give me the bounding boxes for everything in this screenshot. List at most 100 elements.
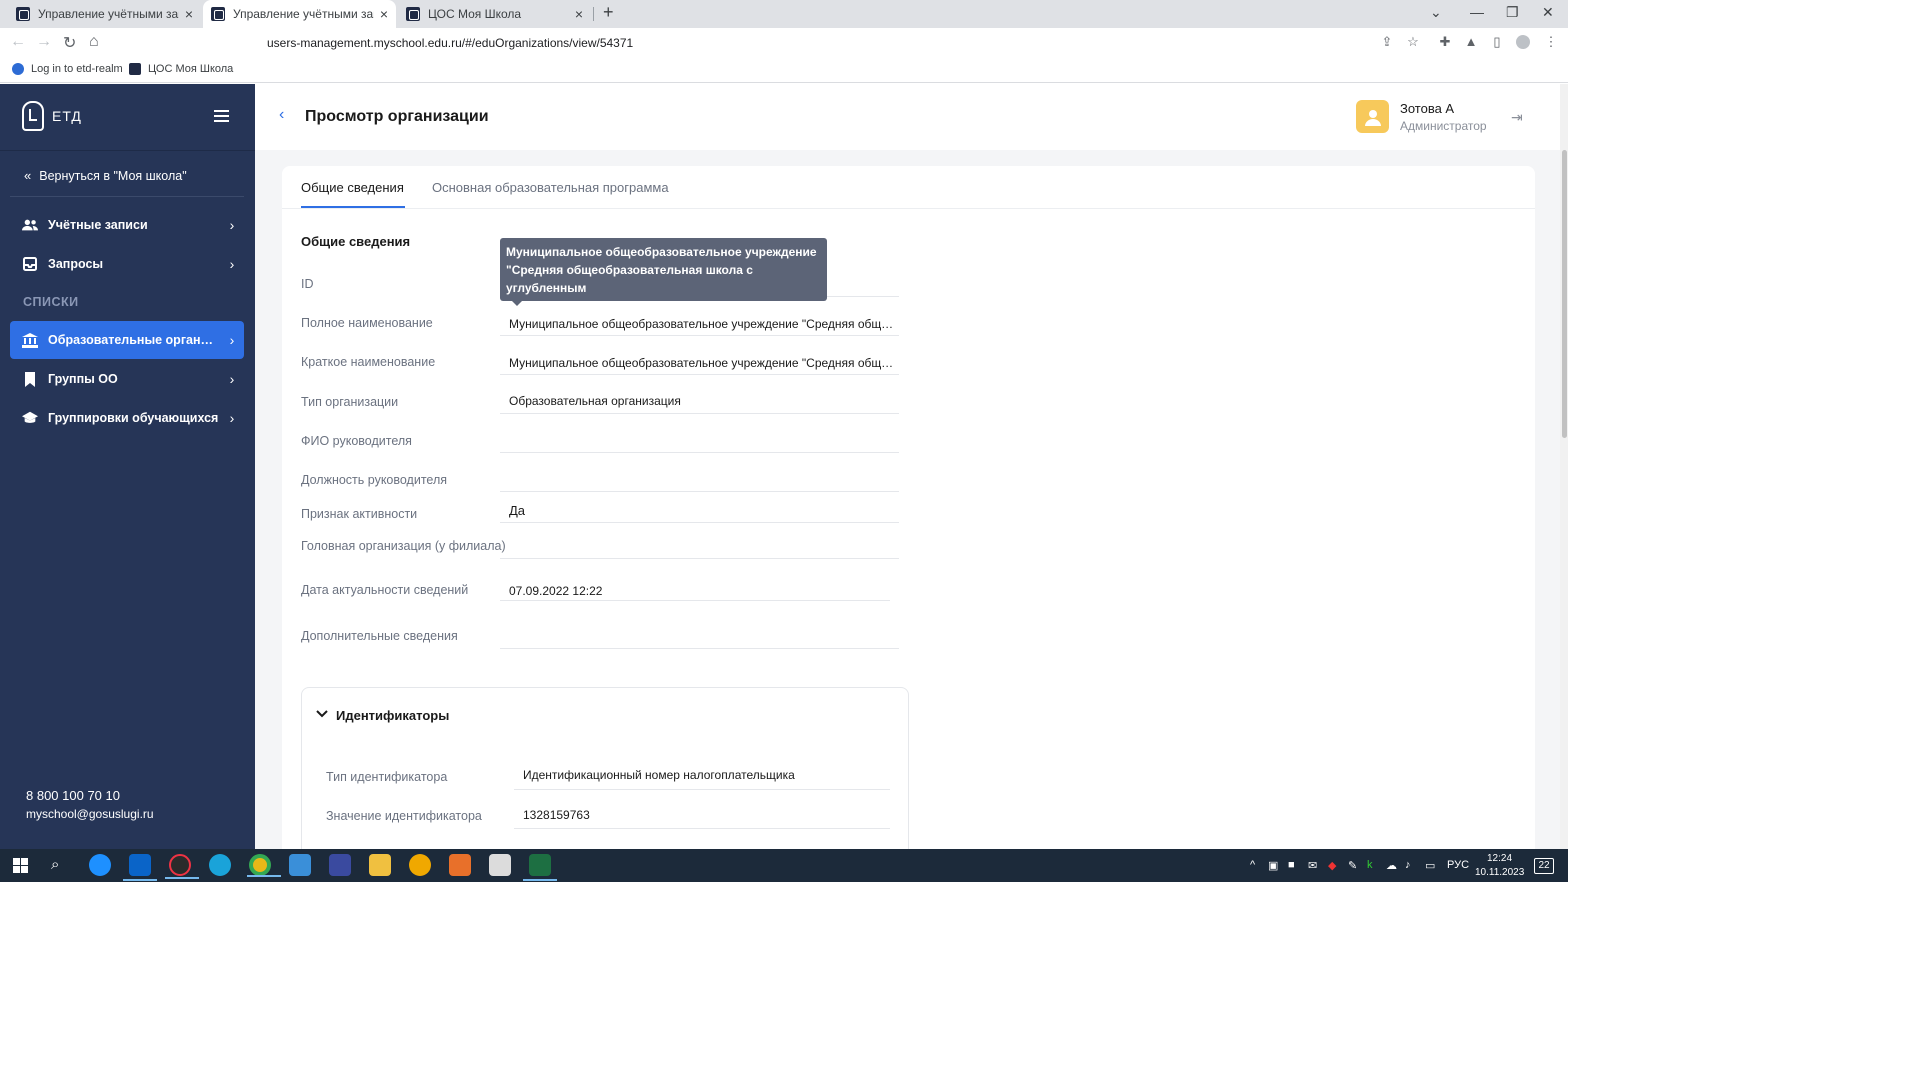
myschool-icon bbox=[129, 63, 141, 75]
main-content: ‹ Просмотр организации Зотова А Админист… bbox=[255, 84, 1568, 849]
scrollbar-thumb[interactable] bbox=[1562, 150, 1567, 438]
forward-icon[interactable]: → bbox=[36, 33, 52, 51]
close-window-icon[interactable]: ✕ bbox=[1542, 4, 1554, 21]
labs-icon[interactable]: ▲ bbox=[1464, 35, 1478, 49]
field-underline bbox=[500, 413, 899, 414]
app-c-icon[interactable] bbox=[165, 854, 199, 879]
tooltip-line: изучением отдельных предметов№ 32" bbox=[506, 299, 743, 313]
ie-icon[interactable] bbox=[89, 854, 111, 876]
close-tab-icon[interactable]: × bbox=[185, 6, 193, 22]
browser-tab-title: Управление учётными записям bbox=[38, 7, 179, 21]
tab-main-program[interactable]: Основная образовательная программа bbox=[432, 180, 669, 195]
outlook-icon[interactable] bbox=[123, 854, 157, 881]
field-underline bbox=[500, 452, 899, 453]
excel-icon[interactable] bbox=[523, 854, 557, 881]
institution-icon bbox=[22, 332, 38, 348]
minimize-icon[interactable]: — bbox=[1470, 4, 1484, 20]
browser-tab-2[interactable]: Управление учётными записям × bbox=[203, 0, 396, 28]
browser-toolbar: ← → ↻ ⌂ users-management.myschool.edu.ru… bbox=[0, 28, 1568, 58]
network-icon[interactable]: ▭ bbox=[1425, 859, 1435, 872]
search-icon[interactable]: ⌕ bbox=[51, 856, 59, 873]
close-tab-icon[interactable]: × bbox=[575, 6, 583, 22]
tray-mail-icon[interactable]: ✉ bbox=[1308, 859, 1317, 872]
clock-time[interactable]: 12:24 bbox=[1487, 853, 1512, 864]
media-icon[interactable] bbox=[489, 854, 511, 876]
tray-icon[interactable]: ▣ bbox=[1268, 859, 1278, 872]
sidebar-item-oo-groups[interactable]: Группы ОО › bbox=[10, 360, 244, 398]
user-name: Зотова А bbox=[1400, 101, 1455, 116]
tooltip-line: "Средняя общеобразовательная школа с угл… bbox=[506, 263, 753, 295]
full-name-tooltip: Муниципальное общеобразовательное учрежд… bbox=[500, 238, 827, 313]
user-icon bbox=[1364, 109, 1381, 126]
tab-general-info[interactable]: Общие сведения bbox=[301, 180, 404, 195]
avatar[interactable] bbox=[1356, 100, 1389, 133]
chevron-left-icon[interactable]: ‹ bbox=[279, 106, 284, 124]
bookmark-myschool[interactable]: ЦОС Моя Школа bbox=[129, 63, 233, 75]
field-value-short-name[interactable]: Муниципальное общеобразовательное учрежд… bbox=[509, 356, 894, 370]
sidebar-item-edu-orgs[interactable]: Образовательные организа... › bbox=[10, 321, 244, 359]
chevron-right-icon: › bbox=[229, 256, 235, 272]
profile-icon[interactable] bbox=[1516, 35, 1530, 49]
support-email[interactable]: myschool@gosuslugi.ru bbox=[26, 807, 154, 821]
volume-icon[interactable]: ♪ bbox=[1405, 859, 1411, 871]
extensions-icon[interactable]: ✚ bbox=[1438, 35, 1452, 49]
side-panel-icon[interactable]: ▯ bbox=[1490, 35, 1504, 49]
tray-outlook-icon[interactable]: ■ bbox=[1288, 859, 1295, 871]
tray-shield-icon[interactable]: ◆ bbox=[1328, 859, 1336, 872]
app-logo[interactable]: ЕТД bbox=[22, 101, 82, 131]
browser-tab-title: ЦОС Моя Школа bbox=[428, 7, 522, 21]
tray-cloud-icon[interactable]: ☁ bbox=[1386, 859, 1397, 872]
home-icon[interactable]: ⌂ bbox=[89, 33, 99, 51]
share-icon[interactable]: ⇪ bbox=[1380, 35, 1394, 49]
windows-start-icon[interactable] bbox=[13, 858, 28, 878]
language-indicator[interactable]: РУС bbox=[1447, 859, 1469, 871]
new-tab-icon[interactable]: + bbox=[603, 2, 614, 23]
chevron-down-icon[interactable] bbox=[316, 707, 328, 721]
field-value-full-name[interactable]: Муниципальное общеобразовательное учрежд… bbox=[509, 317, 894, 331]
inbox-icon bbox=[22, 256, 38, 272]
sidebar-item-label: Запросы bbox=[48, 257, 104, 271]
chevron-right-icon: › bbox=[229, 410, 235, 426]
address-bar[interactable]: users-management.myschool.edu.ru/#/eduOr… bbox=[267, 36, 633, 50]
identifiers-title[interactable]: Идентификаторы bbox=[336, 708, 449, 723]
browser-tab-3[interactable]: ЦОС Моя Школа × bbox=[398, 0, 591, 28]
edge-icon[interactable] bbox=[209, 854, 231, 876]
tray-chevron-up-icon[interactable]: ^ bbox=[1250, 859, 1255, 871]
field-underline bbox=[500, 335, 899, 336]
bookmark-etd-realm[interactable]: Log in to etd-realm bbox=[12, 63, 123, 75]
users-icon bbox=[22, 217, 38, 233]
browser-tab-1[interactable]: Управление учётными записям × bbox=[8, 0, 201, 28]
sidebar-item-requests[interactable]: Запросы › bbox=[10, 245, 244, 283]
logout-icon[interactable]: ⇥ bbox=[1511, 109, 1523, 126]
sidebar-item-accounts[interactable]: Учётные записи › bbox=[10, 206, 244, 244]
app-triangle-icon[interactable] bbox=[409, 854, 431, 876]
support-phone[interactable]: 8 800 100 70 10 bbox=[26, 788, 120, 803]
sidebar-item-label: Группы ОО bbox=[48, 372, 118, 386]
field-value-org-type: Образовательная организация bbox=[509, 394, 681, 408]
close-tab-icon[interactable]: × bbox=[380, 6, 388, 22]
chrome-icon[interactable] bbox=[247, 854, 281, 877]
field-underline bbox=[500, 558, 899, 559]
save-disk-icon[interactable] bbox=[329, 854, 351, 876]
back-to-myschool-link[interactable]: « Вернуться в "Моя школа" bbox=[24, 168, 187, 183]
field-label-identifier-type: Тип идентификатора bbox=[326, 770, 448, 784]
browser-tab-title: Управление учётными записям bbox=[233, 7, 374, 21]
back-icon[interactable]: ← bbox=[10, 33, 26, 51]
field-label-id: ID bbox=[301, 277, 314, 291]
notifications-badge[interactable]: 22 bbox=[1534, 858, 1554, 874]
sidebar-item-label: Образовательные организа... bbox=[48, 333, 220, 347]
tab-search-icon[interactable]: ⌄ bbox=[1430, 4, 1442, 21]
clock-date[interactable]: 10.11.2023 bbox=[1475, 867, 1524, 878]
bookmark-star-icon[interactable]: ☆ bbox=[1406, 35, 1420, 49]
file-explorer-icon[interactable] bbox=[369, 854, 391, 876]
menu-icon[interactable] bbox=[214, 110, 229, 122]
tray-app-icon[interactable]: ✎ bbox=[1348, 859, 1357, 872]
more-menu-icon[interactable]: ⋮ bbox=[1544, 35, 1558, 49]
restore-icon[interactable]: ❐ bbox=[1506, 4, 1519, 21]
chevron-right-icon: › bbox=[229, 371, 235, 387]
app-shield-icon[interactable] bbox=[449, 854, 471, 876]
sidebar-item-student-groupings[interactable]: Группировки обучающихся › bbox=[10, 399, 244, 437]
reload-icon[interactable]: ↻ bbox=[63, 33, 76, 53]
app-blue-icon[interactable] bbox=[289, 854, 311, 876]
tray-k-icon[interactable]: k bbox=[1367, 859, 1373, 871]
